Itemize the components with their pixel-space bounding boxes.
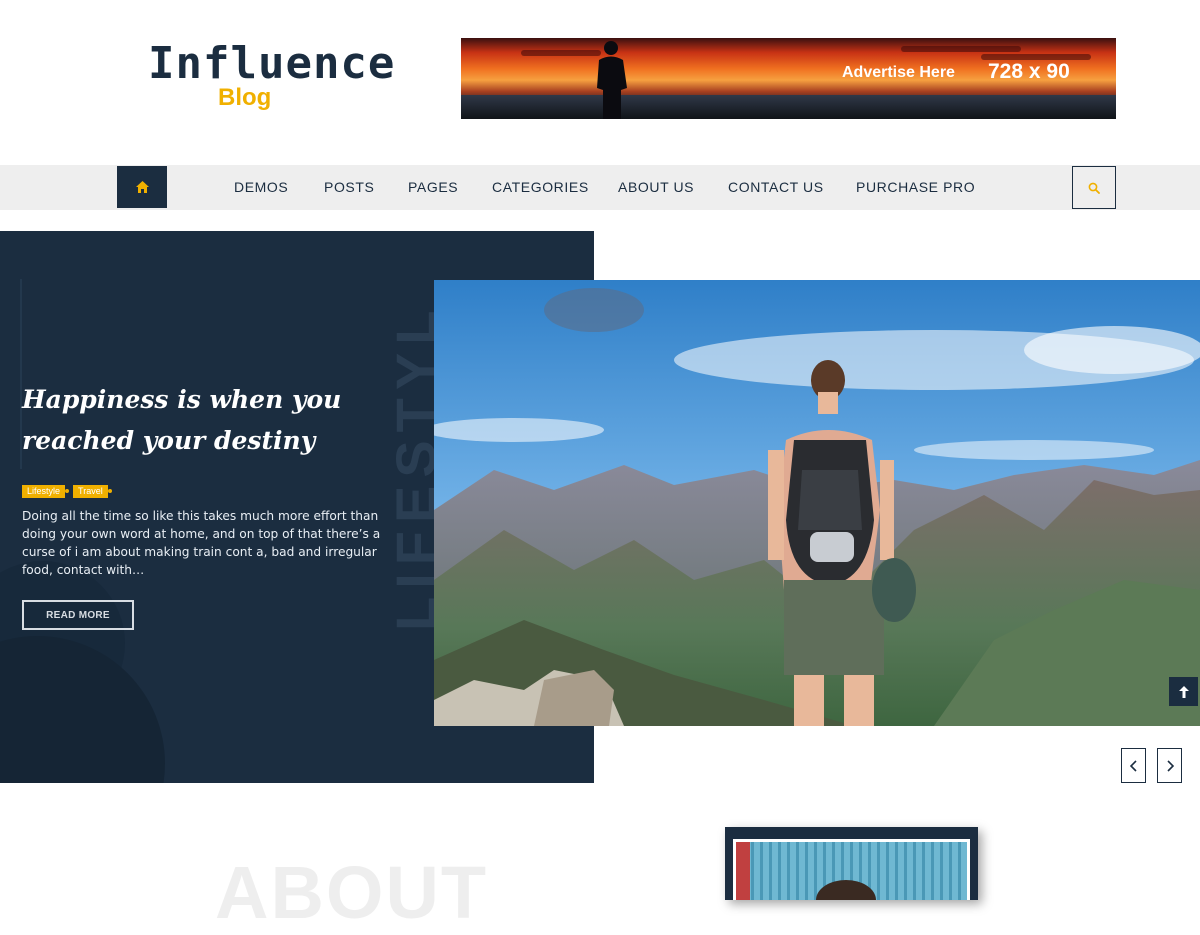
nav-item-about-us[interactable]: ABOUT US — [618, 165, 694, 210]
search-icon — [1088, 182, 1100, 194]
logo-main-text: Influence — [148, 38, 396, 89]
chevron-right-icon — [1166, 759, 1174, 772]
nav-item-categories[interactable]: CATEGORIES — [492, 165, 589, 210]
mountain-hiker-image — [434, 280, 1200, 726]
read-more-button[interactable]: READ MORE — [22, 600, 134, 630]
decorative-circle — [0, 636, 165, 783]
search-button[interactable] — [1072, 166, 1116, 209]
slider-next-button[interactable] — [1157, 748, 1182, 783]
home-button[interactable] — [117, 166, 167, 208]
logo-sub-text: Blog — [218, 84, 272, 111]
hero-post-title[interactable]: Happiness is when you reached your desti… — [22, 379, 392, 461]
about-image — [733, 839, 970, 900]
tag-travel[interactable]: Travel — [73, 485, 112, 498]
home-icon — [135, 181, 149, 193]
nav-item-pages[interactable]: PAGES — [408, 165, 458, 210]
hero-post-excerpt: Doing all the time so like this takes mu… — [22, 509, 381, 577]
ad-sea — [461, 95, 1116, 119]
scroll-to-top-button[interactable] — [1169, 677, 1198, 706]
site-logo[interactable]: Influence Blog — [148, 38, 408, 118]
slider-prev-button[interactable] — [1121, 748, 1146, 783]
nav-item-contact-us[interactable]: CONTACT US — [728, 165, 824, 210]
nav-item-posts[interactable]: POSTS — [324, 165, 374, 210]
ad-text: Advertise Here — [842, 64, 955, 81]
nav-item-purchase-pro[interactable]: PURCHASE PRO — [856, 165, 975, 210]
hero-featured-image[interactable] — [434, 280, 1200, 726]
about-section-background-heading: ABOUT — [215, 851, 489, 934]
arrow-up-icon — [1178, 685, 1189, 698]
ad-person-silhouette — [597, 41, 627, 119]
nav-item-demos[interactable]: DEMOS — [234, 165, 288, 210]
advertisement-banner[interactable]: Advertise Here 728 x 90 — [461, 38, 1116, 119]
tag-lifestyle[interactable]: Lifestyle — [22, 485, 70, 498]
site-header: Influence Blog Advertise Here 728 x 90 — [0, 0, 1200, 165]
ad-size: 728 x 90 — [988, 60, 1070, 83]
post-tags: Lifestyle Travel — [22, 485, 112, 499]
main-navigation: DEMOS POSTS PAGES CATEGORIES ABOUT US CO… — [0, 165, 1200, 210]
chevron-left-icon — [1129, 759, 1137, 772]
